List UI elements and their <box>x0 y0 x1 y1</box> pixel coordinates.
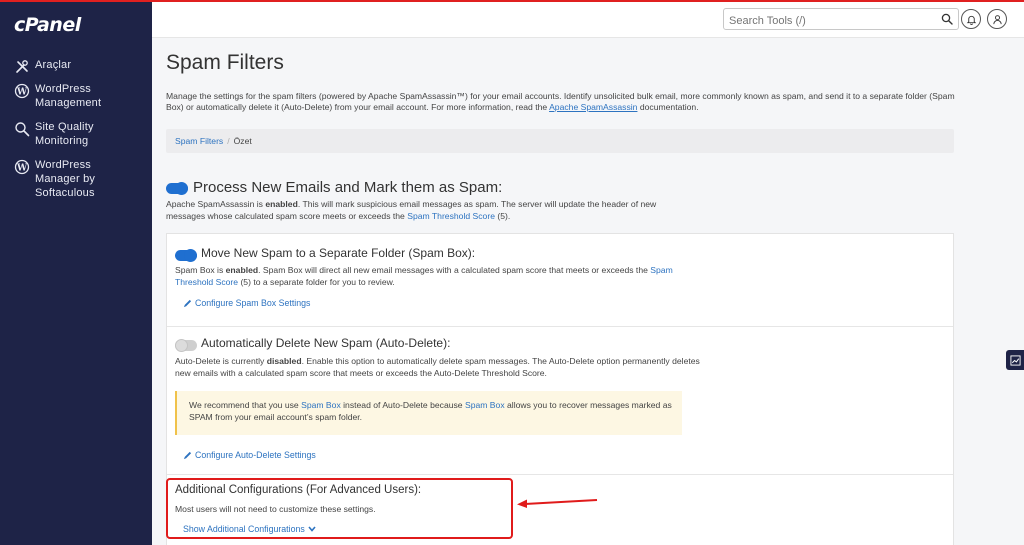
panel-divider <box>167 474 953 475</box>
pencil-icon <box>183 299 192 307</box>
spam-box-text: Spam Box is enabled. Spam Box will direc… <box>175 265 695 288</box>
warning-text-1: We recommend that you use <box>189 400 302 410</box>
sidebar-item-label: Araçlar <box>35 59 72 71</box>
process-text: Apache SpamAssassin is <box>166 199 266 209</box>
configure-auto-delete-link[interactable]: Configure Auto-Delete Settings <box>183 450 316 460</box>
auto-delete-toggle[interactable] <box>175 339 197 352</box>
page-description: Manage the settings for the spam filters… <box>166 91 956 113</box>
spam-box-status: enabled <box>225 265 259 275</box>
warning-text-2: instead of Auto-Delete because <box>340 400 465 410</box>
chart-icon <box>1009 354 1021 366</box>
process-section-text: Apache SpamAssassin is enabled. This wil… <box>166 199 676 222</box>
apache-spamassassin-link[interactable]: Apache SpamAssassin <box>549 102 637 112</box>
search-box[interactable] <box>723 8 959 31</box>
sidebar-item-site-quality-monitoring[interactable]: Site Quality Monitoring <box>14 120 146 148</box>
process-status: enabled <box>265 199 298 209</box>
process-text-3: (5). <box>494 210 511 221</box>
top-header <box>152 2 1024 38</box>
tools-icon <box>16 60 28 73</box>
auto-delete-status: disabled <box>266 356 302 366</box>
sidebar: cPanel Araçlar W WordPress Management Si… <box>0 2 152 545</box>
auto-delete-title: Automatically Delete New Spam (Auto-Dele… <box>201 336 451 350</box>
wordpress-icon: W <box>14 83 30 99</box>
svg-text:W: W <box>16 164 28 174</box>
description-text-end: documentation. <box>637 102 699 112</box>
magnifier-icon <box>15 122 30 137</box>
sidebar-item-wordpress-management[interactable]: W WordPress Management <box>14 82 146 110</box>
spam-box-link[interactable]: Spam Box <box>465 400 505 410</box>
auto-delete-text: Auto-Delete is currently disabled. Enabl… <box>175 356 700 379</box>
spam-box-text-1: Spam Box is <box>175 265 226 275</box>
panel-divider <box>167 326 953 327</box>
bell-icon <box>966 15 976 25</box>
cpanel-logo[interactable]: cPanel <box>14 14 81 36</box>
process-section-title: Process New Emails and Mark them as Spam… <box>193 179 503 196</box>
highlight-box <box>166 478 513 539</box>
user-menu-button[interactable] <box>987 9 1007 29</box>
configure-spam-box-link[interactable]: Configure Spam Box Settings <box>183 298 310 308</box>
sidebar-item-label: WordPress Manager by Softaculous <box>35 159 96 199</box>
breadcrumb: Spam Filters / Özet <box>166 129 954 153</box>
stats-side-tab[interactable] <box>1006 350 1024 370</box>
process-spam-toggle[interactable] <box>166 182 188 195</box>
pencil-icon <box>183 451 192 459</box>
sidebar-item-wordpress-manager-softaculous[interactable]: W WordPress Manager by Softaculous <box>14 158 146 200</box>
configure-spam-box-label: Configure Spam Box Settings <box>195 298 311 308</box>
search-input[interactable] <box>724 11 924 31</box>
main-content: Spam Filters Manage the settings for the… <box>152 38 1024 545</box>
breadcrumb-current: Özet <box>233 136 252 146</box>
configure-auto-delete-label: Configure Auto-Delete Settings <box>195 450 316 460</box>
user-icon <box>992 14 1002 24</box>
search-icon[interactable] <box>941 13 953 25</box>
svg-text:W: W <box>16 88 28 98</box>
spam-box-title: Move New Spam to a Separate Folder (Spam… <box>201 246 476 260</box>
sidebar-item-label: Site Quality Monitoring <box>35 121 94 147</box>
breadcrumb-separator: / <box>227 136 230 146</box>
spam-box-link[interactable]: Spam Box <box>301 400 341 410</box>
breadcrumb-spam-filters[interactable]: Spam Filters <box>175 136 223 146</box>
auto-delete-text-1: Auto-Delete is currently <box>175 356 267 366</box>
spam-box-toggle[interactable] <box>175 249 197 262</box>
spam-box-text-2: . Spam Box will direct all new email mes… <box>258 265 651 275</box>
spam-threshold-score-link[interactable]: Spam Threshold Score <box>407 211 495 221</box>
sidebar-item-label: WordPress Management <box>35 83 102 109</box>
sidebar-item-tools[interactable]: Araçlar <box>14 58 146 75</box>
page-title: Spam Filters <box>166 51 284 74</box>
auto-delete-warning: We recommend that you use Spam Box inste… <box>175 391 682 435</box>
arrow-icon <box>517 499 598 508</box>
wordpress-icon: W <box>14 159 30 175</box>
notifications-button[interactable] <box>961 9 981 29</box>
spam-box-text-3: (5) to a separate folder for you to revi… <box>238 276 395 287</box>
